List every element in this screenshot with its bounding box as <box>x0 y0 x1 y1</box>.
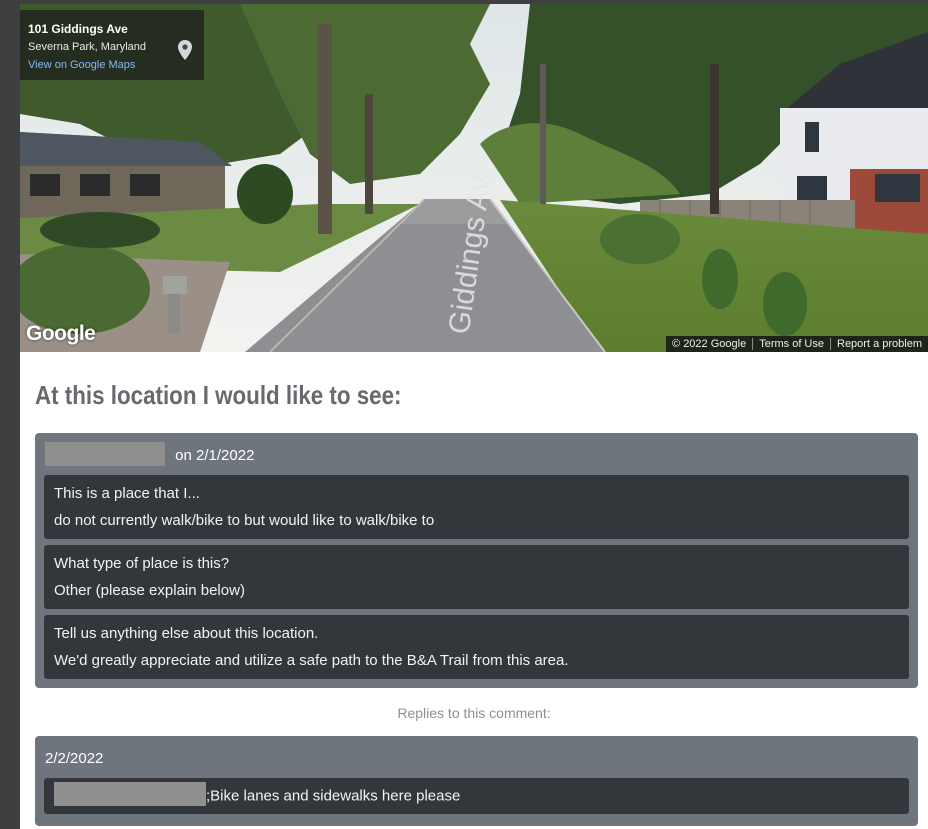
redacted-author <box>45 442 165 466</box>
address-card: 101 Giddings Ave Severna Park, Maryland … <box>20 10 204 80</box>
copyright-text: © 2022 Google <box>672 338 747 350</box>
answer-value: We'd greatly appreciate and utilize a sa… <box>54 652 569 669</box>
comment-card: on 2/1/2022 This is a place that I... do… <box>35 433 918 688</box>
terms-of-use-link[interactable]: Terms of Use <box>752 338 830 350</box>
answer-question: What type of place is this? <box>54 555 230 572</box>
replies-label: Replies to this comment: <box>397 705 551 721</box>
view-on-google-maps-link[interactable]: View on Google Maps <box>28 59 135 71</box>
answer-value: do not currently walk/bike to but would … <box>54 512 435 529</box>
section-heading: At this location I would like to see: <box>35 380 402 410</box>
address-title: 101 Giddings Ave <box>28 22 128 36</box>
reply-box: ;Bike lanes and sidewalks here please <box>44 778 909 814</box>
answer-value: Other (please explain below) <box>54 582 245 599</box>
redacted-author <box>54 782 206 806</box>
answer-box: Tell us anything else about this locatio… <box>44 615 909 679</box>
reply-date: 2/2/2022 <box>45 750 104 767</box>
map-pin-icon[interactable] <box>178 40 192 60</box>
street-view-footer: © 2022 Google Terms of Use Report a prob… <box>666 336 928 352</box>
answer-box: What type of place is this? Other (pleas… <box>44 545 909 609</box>
google-logo: Google <box>26 322 96 345</box>
location-panel: Giddings Av 101 Giddings Ave Severna Par… <box>20 4 928 829</box>
reply-card: 2/2/2022 ;Bike lanes and sidewalks here … <box>35 736 918 826</box>
answer-question: This is a place that I... <box>54 485 200 502</box>
reply-content: ;Bike lanes and sidewalks here please <box>54 782 461 806</box>
comment-header: on 2/1/2022 <box>45 442 255 466</box>
address-locality: Severna Park, Maryland <box>28 41 146 53</box>
reply-text: ;Bike lanes and sidewalks here please <box>206 787 461 805</box>
answer-box: This is a place that I... do not current… <box>44 475 909 539</box>
street-view-image[interactable]: Giddings Av 101 Giddings Ave Severna Par… <box>20 4 928 352</box>
comment-date: on 2/1/2022 <box>175 447 255 465</box>
report-problem-link[interactable]: Report a problem <box>830 338 928 350</box>
answer-question: Tell us anything else about this locatio… <box>54 625 319 642</box>
